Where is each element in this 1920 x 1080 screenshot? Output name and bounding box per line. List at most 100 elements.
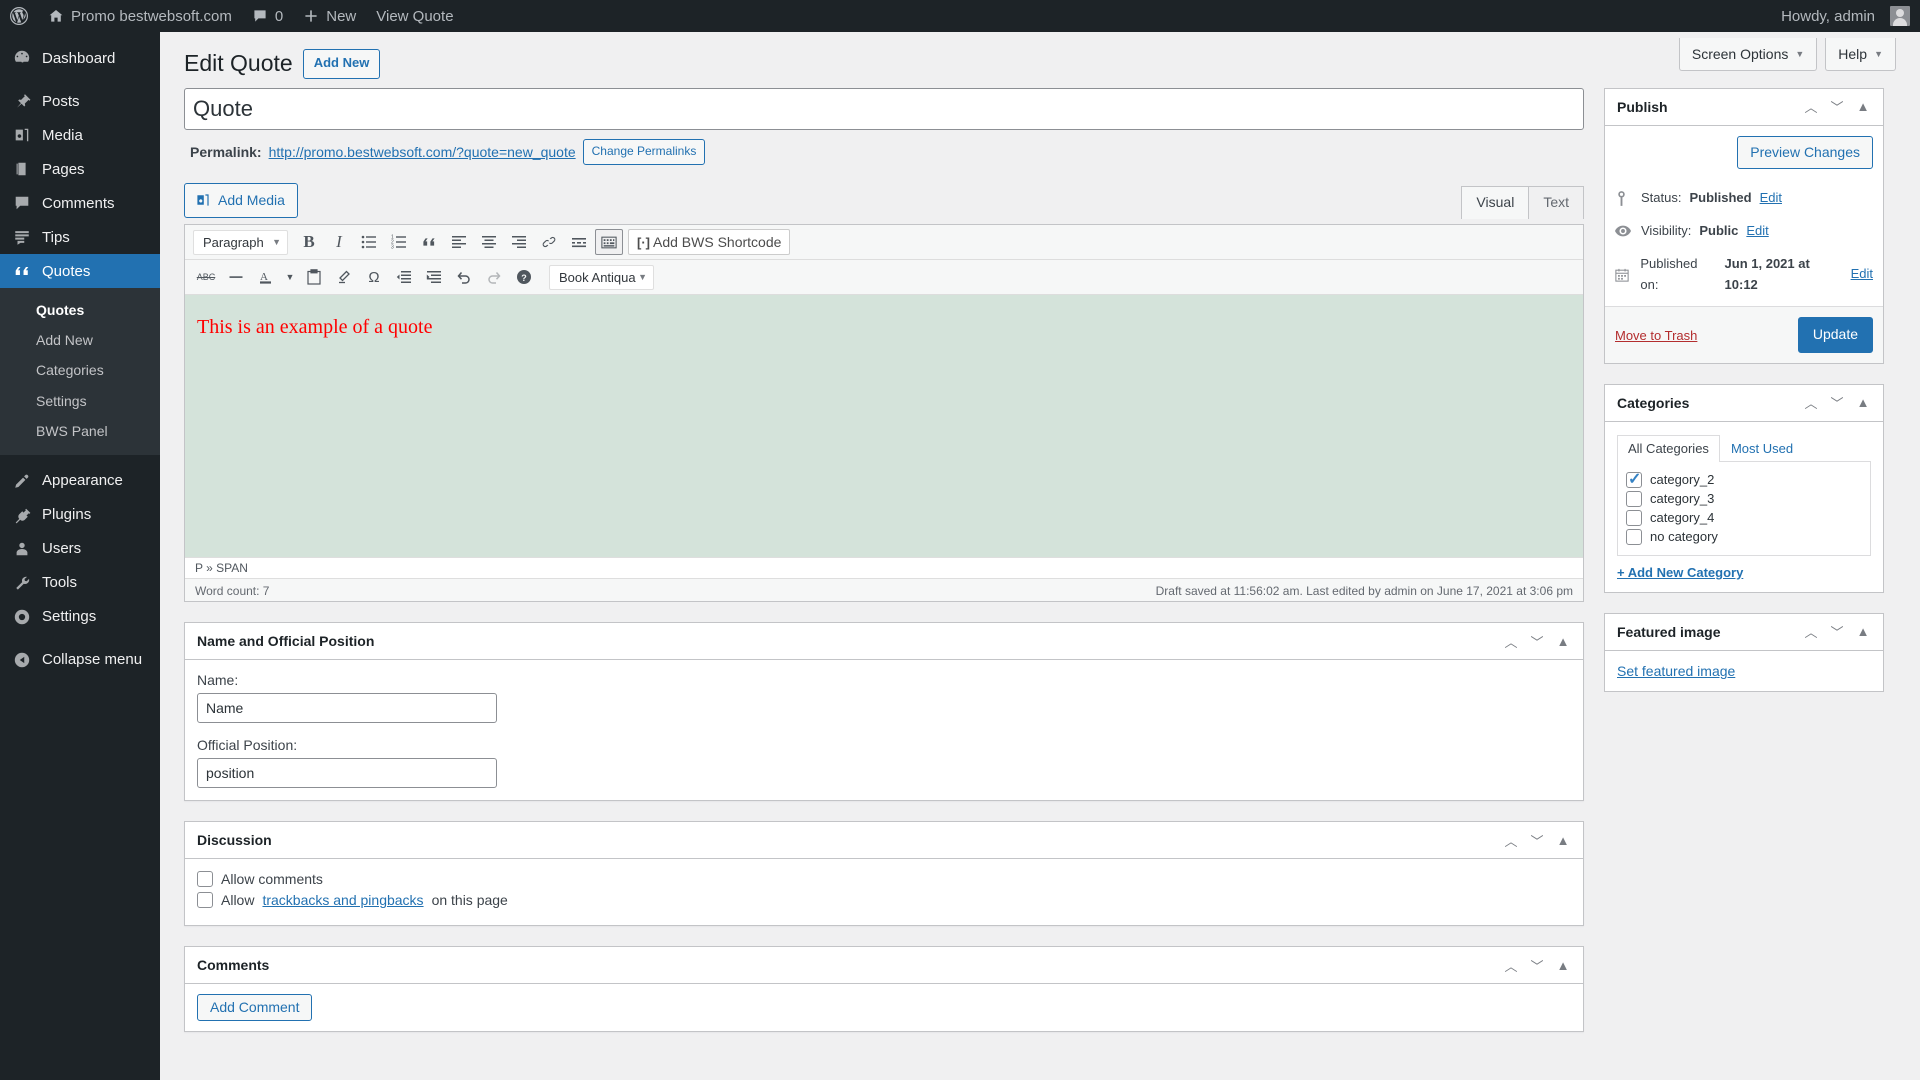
toggle-panel-icon[interactable]: ▲ (1855, 624, 1871, 639)
sidebar-item-settings[interactable]: Settings (0, 600, 160, 634)
undo-icon[interactable] (450, 264, 478, 290)
sidebar-item-collapse-menu[interactable]: Collapse menu (0, 643, 160, 677)
blockquote-icon[interactable] (415, 229, 443, 255)
submenu-item-bws-panel[interactable]: BWS Panel (0, 416, 160, 446)
move-up-icon[interactable]: ︿ (1803, 393, 1819, 412)
special-character-icon[interactable]: Ω (360, 264, 388, 290)
move-up-icon[interactable]: ︿ (1503, 956, 1519, 975)
submenu-item-add-new[interactable]: Add New (0, 325, 160, 355)
category-checkbox-category_3[interactable] (1626, 491, 1642, 507)
tab-all-categories[interactable]: All Categories (1617, 435, 1720, 462)
toggle-panel-icon[interactable]: ▲ (1555, 833, 1571, 848)
move-down-icon[interactable]: ﹀ (1529, 956, 1545, 975)
permalink-url-link[interactable]: http://promo.bestwebsoft.com/?quote=new_… (269, 144, 576, 160)
set-featured-image-link[interactable]: Set featured image (1617, 663, 1735, 679)
move-down-icon[interactable]: ﹀ (1829, 393, 1845, 412)
move-down-icon[interactable]: ﹀ (1829, 97, 1845, 116)
increase-indent-icon[interactable] (420, 264, 448, 290)
font-family-select[interactable]: Book Antiqua ▼ (549, 265, 654, 290)
sidebar-item-appearance[interactable]: Appearance (0, 464, 160, 498)
editor-content-area[interactable]: This is an example of a quote (185, 295, 1583, 557)
decrease-indent-icon[interactable] (390, 264, 418, 290)
toggle-panel-icon[interactable]: ▲ (1855, 99, 1871, 114)
toggle-panel-icon[interactable]: ▲ (1855, 395, 1871, 410)
add-bws-shortcode-button[interactable]: [·] Add BWS Shortcode (628, 229, 790, 255)
toggle-panel-icon[interactable]: ▲ (1555, 634, 1571, 649)
add-new-category-link[interactable]: + Add New Category (1617, 565, 1743, 580)
name-input[interactable] (197, 693, 497, 723)
category-checkbox-category_2[interactable] (1626, 472, 1642, 488)
move-up-icon[interactable]: ︿ (1803, 97, 1819, 116)
sidebar-item-dashboard[interactable]: Dashboard (0, 41, 160, 75)
published-on-edit-link[interactable]: Edit (1851, 264, 1873, 285)
numbered-list-icon[interactable]: 123 (385, 229, 413, 255)
sidebar-item-posts[interactable]: Posts (0, 84, 160, 118)
allow-trackbacks-checkbox[interactable] (197, 892, 213, 908)
allow-comments-checkbox[interactable] (197, 871, 213, 887)
category-checkbox-no-category[interactable] (1626, 529, 1642, 545)
align-center-icon[interactable] (475, 229, 503, 255)
move-down-icon[interactable]: ﹀ (1529, 831, 1545, 850)
official-position-input[interactable] (197, 758, 497, 788)
move-down-icon[interactable]: ﹀ (1829, 622, 1845, 641)
read-more-icon[interactable] (565, 229, 593, 255)
toggle-panel-icon[interactable]: ▲ (1555, 958, 1571, 973)
move-to-trash-link[interactable]: Move to Trash (1615, 328, 1697, 343)
clear-formatting-icon[interactable] (330, 264, 358, 290)
preview-changes-button[interactable]: Preview Changes (1737, 136, 1873, 169)
update-button[interactable]: Update (1798, 317, 1873, 352)
position-field-label: Official Position: (197, 737, 1571, 753)
sidebar-item-tips[interactable]: Tips (0, 220, 160, 254)
align-right-icon[interactable] (505, 229, 533, 255)
submenu-item-settings[interactable]: Settings (0, 386, 160, 416)
sidebar-item-plugins[interactable]: Plugins (0, 498, 160, 532)
move-down-icon[interactable]: ﹀ (1529, 632, 1545, 651)
redo-icon[interactable] (480, 264, 508, 290)
align-left-icon[interactable] (445, 229, 473, 255)
site-name-button[interactable]: Promo bestwebsoft.com (38, 0, 242, 32)
new-content-button[interactable]: New (293, 0, 366, 32)
help-button[interactable]: Help ▼ (1825, 38, 1896, 71)
howdy-account-button[interactable]: Howdy, admin (1771, 0, 1920, 32)
category-checkbox-category_4[interactable] (1626, 510, 1642, 526)
move-up-icon[interactable]: ︿ (1503, 632, 1519, 651)
view-quote-button[interactable]: View Quote (366, 0, 463, 32)
change-permalinks-button[interactable]: Change Permalinks (583, 139, 706, 165)
visibility-edit-link[interactable]: Edit (1746, 221, 1768, 242)
paragraph-format-select[interactable]: Paragraph ▼ (193, 230, 288, 255)
tab-visual[interactable]: Visual (1461, 186, 1529, 220)
paste-as-text-icon[interactable] (300, 264, 328, 290)
comments-bubble-button[interactable]: 0 (242, 0, 293, 32)
text-color-caret-icon[interactable]: ▼ (282, 264, 298, 290)
submenu-item-categories[interactable]: Categories (0, 355, 160, 385)
add-new-button[interactable]: Add New (303, 49, 381, 79)
post-title-input[interactable] (184, 88, 1584, 130)
screen-options-button[interactable]: Screen Options ▼ (1679, 38, 1817, 71)
sidebar-item-media[interactable]: Media (0, 118, 160, 152)
submenu-item-quotes[interactable]: Quotes (0, 295, 160, 325)
sidebar-item-users[interactable]: Users (0, 532, 160, 566)
keyboard-shortcuts-icon[interactable]: ? (510, 264, 538, 290)
add-media-button[interactable]: Add Media (184, 183, 298, 218)
sidebar-item-quotes[interactable]: Quotes (0, 254, 160, 288)
status-edit-link[interactable]: Edit (1760, 188, 1782, 209)
sidebar-item-tools[interactable]: Tools (0, 566, 160, 600)
add-comment-button[interactable]: Add Comment (197, 994, 312, 1021)
italic-icon[interactable]: I (325, 229, 353, 255)
categories-checklist[interactable]: category_2 category_3 category_4 no (1617, 462, 1871, 556)
link-icon[interactable] (535, 229, 563, 255)
horizontal-rule-icon[interactable] (222, 264, 250, 290)
move-up-icon[interactable]: ︿ (1803, 622, 1819, 641)
sidebar-item-pages[interactable]: Pages (0, 152, 160, 186)
sidebar-item-comments[interactable]: Comments (0, 186, 160, 220)
move-up-icon[interactable]: ︿ (1503, 831, 1519, 850)
trackbacks-pingbacks-link[interactable]: trackbacks and pingbacks (262, 892, 423, 908)
bulleted-list-icon[interactable] (355, 229, 383, 255)
wordpress-logo-button[interactable] (0, 0, 38, 32)
bold-icon[interactable]: B (295, 229, 323, 255)
toolbar-toggle-icon[interactable] (595, 229, 623, 255)
text-color-icon[interactable]: A (252, 264, 280, 290)
strikethrough-icon[interactable]: ABC (192, 264, 220, 290)
tab-text[interactable]: Text (1528, 186, 1584, 220)
tab-most-used[interactable]: Most Used (1720, 435, 1804, 462)
